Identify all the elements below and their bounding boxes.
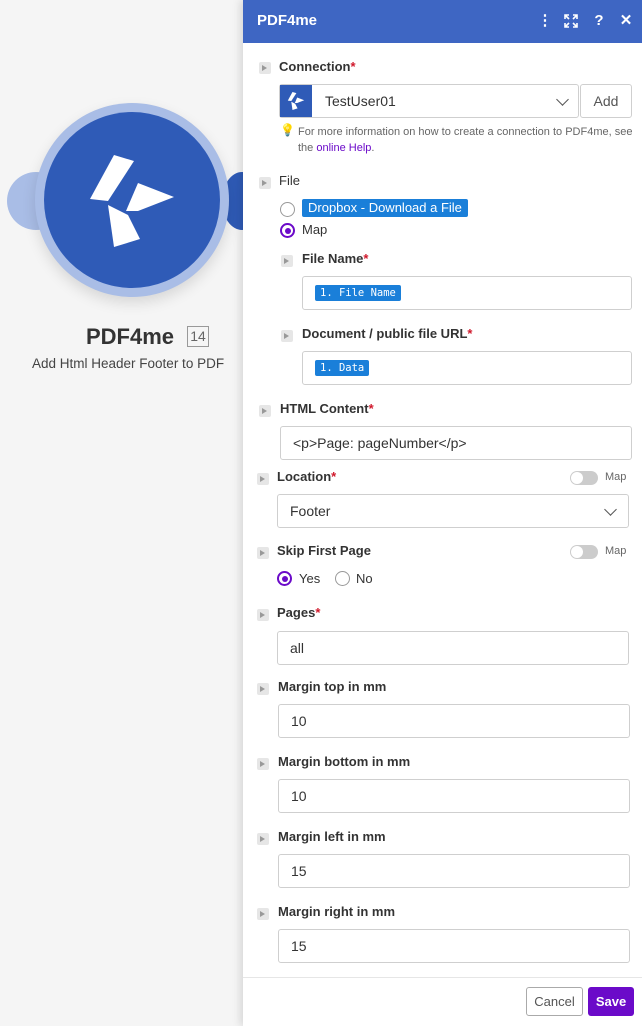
file-name-expand-toggle[interactable] xyxy=(281,255,293,267)
footer-divider xyxy=(243,977,642,978)
module-node-core[interactable] xyxy=(44,112,220,288)
online-help-link[interactable]: online Help xyxy=(316,142,371,154)
skip-first-page-expand-toggle[interactable] xyxy=(257,547,269,559)
margin-left-input[interactable]: 15 xyxy=(278,854,630,888)
connection-value: TestUser01 xyxy=(325,93,396,109)
location-expand-toggle[interactable] xyxy=(257,473,269,485)
connection-expand-toggle[interactable] xyxy=(259,62,271,74)
location-select[interactable]: Footer xyxy=(277,494,629,528)
location-map-toggle[interactable] xyxy=(570,471,598,485)
pages-expand-toggle[interactable] xyxy=(257,609,269,621)
skip-first-page-no-radio[interactable] xyxy=(335,571,350,586)
add-connection-button[interactable]: Add xyxy=(580,84,632,118)
margin-bottom-expand-toggle[interactable] xyxy=(257,758,269,770)
file-url-mapped-chip[interactable]: 1. Data xyxy=(315,360,370,376)
more-vert-icon[interactable]: ⋮ xyxy=(537,11,553,31)
margin-right-label: Margin right in mm xyxy=(278,904,395,919)
connection-hint: For more information on how to create a … xyxy=(298,126,633,154)
skip-first-page-label: Skip First Page xyxy=(277,543,371,558)
module-id-badge: 14 xyxy=(187,326,209,347)
pages-label: Pages* xyxy=(277,605,321,620)
location-label: Location* xyxy=(277,469,337,484)
file-name-label: File Name* xyxy=(302,251,369,266)
margin-top-expand-toggle[interactable] xyxy=(257,683,269,695)
file-url-input[interactable]: 1. Data xyxy=(302,351,632,385)
file-label: File xyxy=(279,173,300,188)
file-name-mapped-chip[interactable]: 1. File Name xyxy=(315,285,401,301)
margin-right-expand-toggle[interactable] xyxy=(257,908,269,920)
module-settings-panel: PDF4me ⋮ ? ✕ Connection* TestUser01 Add … xyxy=(243,0,642,1026)
lightbulb-icon: 💡 xyxy=(280,123,295,137)
file-url-label: Document / public file URL* xyxy=(302,326,473,341)
margin-bottom-label: Margin bottom in mm xyxy=(278,754,411,769)
html-content-expand-toggle[interactable] xyxy=(259,405,271,417)
module-title: PDF4me xyxy=(86,324,175,349)
location-value: Footer xyxy=(290,503,331,519)
margin-left-label: Margin left in mm xyxy=(278,829,386,844)
module-subtitle: Add Html Header Footer to PDF xyxy=(32,356,225,371)
connection-label: Connection* xyxy=(279,59,356,74)
close-icon[interactable]: ✕ xyxy=(618,11,634,31)
file-expand-toggle[interactable] xyxy=(259,177,271,189)
location-map-label: Map xyxy=(605,471,627,483)
file-url-expand-toggle[interactable] xyxy=(281,330,293,342)
file-name-input[interactable]: 1. File Name xyxy=(302,276,632,310)
skip-first-page-map-label: Map xyxy=(605,545,627,557)
panel-header: PDF4me ⋮ ? ✕ xyxy=(243,0,642,43)
pdf4me-connection-icon xyxy=(280,85,312,117)
connection-select[interactable]: TestUser01 xyxy=(279,84,579,118)
skip-first-page-map-toggle[interactable] xyxy=(570,545,598,559)
chevron-down-icon xyxy=(556,93,569,106)
margin-top-label: Margin top in mm xyxy=(278,679,387,694)
file-option-map-label: Map xyxy=(302,222,328,237)
cancel-button[interactable]: Cancel xyxy=(526,987,583,1016)
margin-bottom-input[interactable]: 10 xyxy=(278,779,630,813)
skip-first-page-yes-radio[interactable] xyxy=(277,571,292,586)
html-content-label: HTML Content* xyxy=(280,401,374,416)
file-option-map-radio[interactable] xyxy=(280,223,295,238)
skip-first-page-yes-label: Yes xyxy=(299,571,321,586)
margin-left-expand-toggle[interactable] xyxy=(257,833,269,845)
file-option-dropbox-chip[interactable]: Dropbox - Download a File xyxy=(302,199,468,217)
skip-first-page-no-label: No xyxy=(356,571,373,586)
chevron-down-icon xyxy=(604,503,617,516)
html-content-input[interactable]: <p>Page: pageNumber</p> xyxy=(280,426,632,460)
margin-top-input[interactable]: 10 xyxy=(278,704,630,738)
pdf4me-logo-icon xyxy=(90,155,174,247)
expand-icon[interactable] xyxy=(563,11,579,31)
panel-title: PDF4me xyxy=(257,12,318,29)
help-icon[interactable]: ? xyxy=(591,11,607,31)
file-option-dropbox-radio[interactable] xyxy=(280,202,295,217)
margin-right-input[interactable]: 15 xyxy=(278,929,630,963)
save-button[interactable]: Save xyxy=(588,987,634,1016)
pages-input[interactable]: all xyxy=(277,631,629,665)
